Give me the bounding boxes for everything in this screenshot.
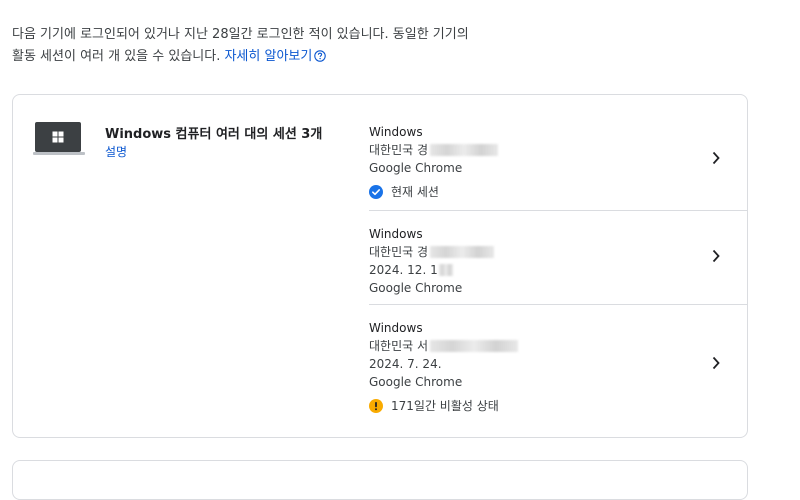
intro-line-1: 다음 기기에 로그인되어 있거나 지난 28일간 로그인한 적이 있습니다. 동… — [12, 27, 469, 42]
session-status: 현재 세션 — [369, 183, 749, 201]
session-browser: Google Chrome — [369, 161, 463, 175]
redacted-blur — [438, 264, 453, 276]
session-browser: Google Chrome — [369, 375, 463, 389]
session-location: 대한민국 경 — [369, 141, 749, 159]
redacted-blur — [430, 144, 499, 156]
device-group-explain-link[interactable]: 설명 — [105, 143, 127, 160]
device-group-card: Windows 컴퓨터 여러 대의 세션 3개 설명 Windows 대한민국 … — [12, 94, 748, 438]
intro-text: 다음 기기에 로그인되어 있거나 지난 28일간 로그인한 적이 있습니다. 동… — [12, 24, 512, 68]
session-os: Windows — [369, 227, 423, 241]
session-status-text: 171일간 비활성 상태 — [391, 399, 499, 413]
laptop-windows-icon — [33, 122, 85, 155]
intro-line-2: 활동 세션이 여러 개 있을 수 있습니다. 자세히 알아보기 — [12, 46, 512, 68]
session-location: 대한민국 경 — [369, 243, 749, 261]
session-date: 2024. 12. 1 — [369, 261, 749, 279]
session-os: Windows — [369, 125, 423, 139]
redacted-blur — [430, 246, 495, 258]
session-os: Windows — [369, 321, 423, 335]
check-circle-icon — [369, 185, 383, 199]
help-circle-icon[interactable] — [314, 50, 327, 62]
session-status: 171일간 비활성 상태 — [369, 397, 749, 415]
intro-line-2-text: 활동 세션이 여러 개 있을 수 있습니다. — [12, 49, 225, 64]
chevron-right-icon[interactable] — [711, 151, 721, 165]
session-date: 2024. 7. 24. — [369, 357, 442, 371]
session-location: 대한민국 서 — [369, 337, 749, 355]
session-item-2[interactable]: Windows 대한민국 경 2024. 12. 1 Google Chrome — [369, 225, 749, 297]
next-device-card — [12, 460, 748, 500]
chevron-right-icon[interactable] — [711, 356, 721, 370]
session-status-text: 현재 세션 — [391, 185, 439, 199]
session-browser: Google Chrome — [369, 281, 463, 295]
learn-more-link[interactable]: 자세히 알아보기 — [224, 49, 312, 64]
device-group-title: Windows 컴퓨터 여러 대의 세션 3개 — [105, 127, 323, 142]
session-divider — [369, 304, 748, 305]
session-item-1[interactable]: Windows 대한민국 경 Google Chrome 현재 세션 — [369, 123, 749, 201]
session-divider — [369, 210, 748, 211]
session-item-3[interactable]: Windows 대한민국 서 2024. 7. 24. Google Chrom… — [369, 319, 749, 415]
warning-circle-icon — [369, 399, 383, 413]
redacted-blur — [430, 340, 519, 352]
chevron-right-icon[interactable] — [711, 249, 721, 263]
